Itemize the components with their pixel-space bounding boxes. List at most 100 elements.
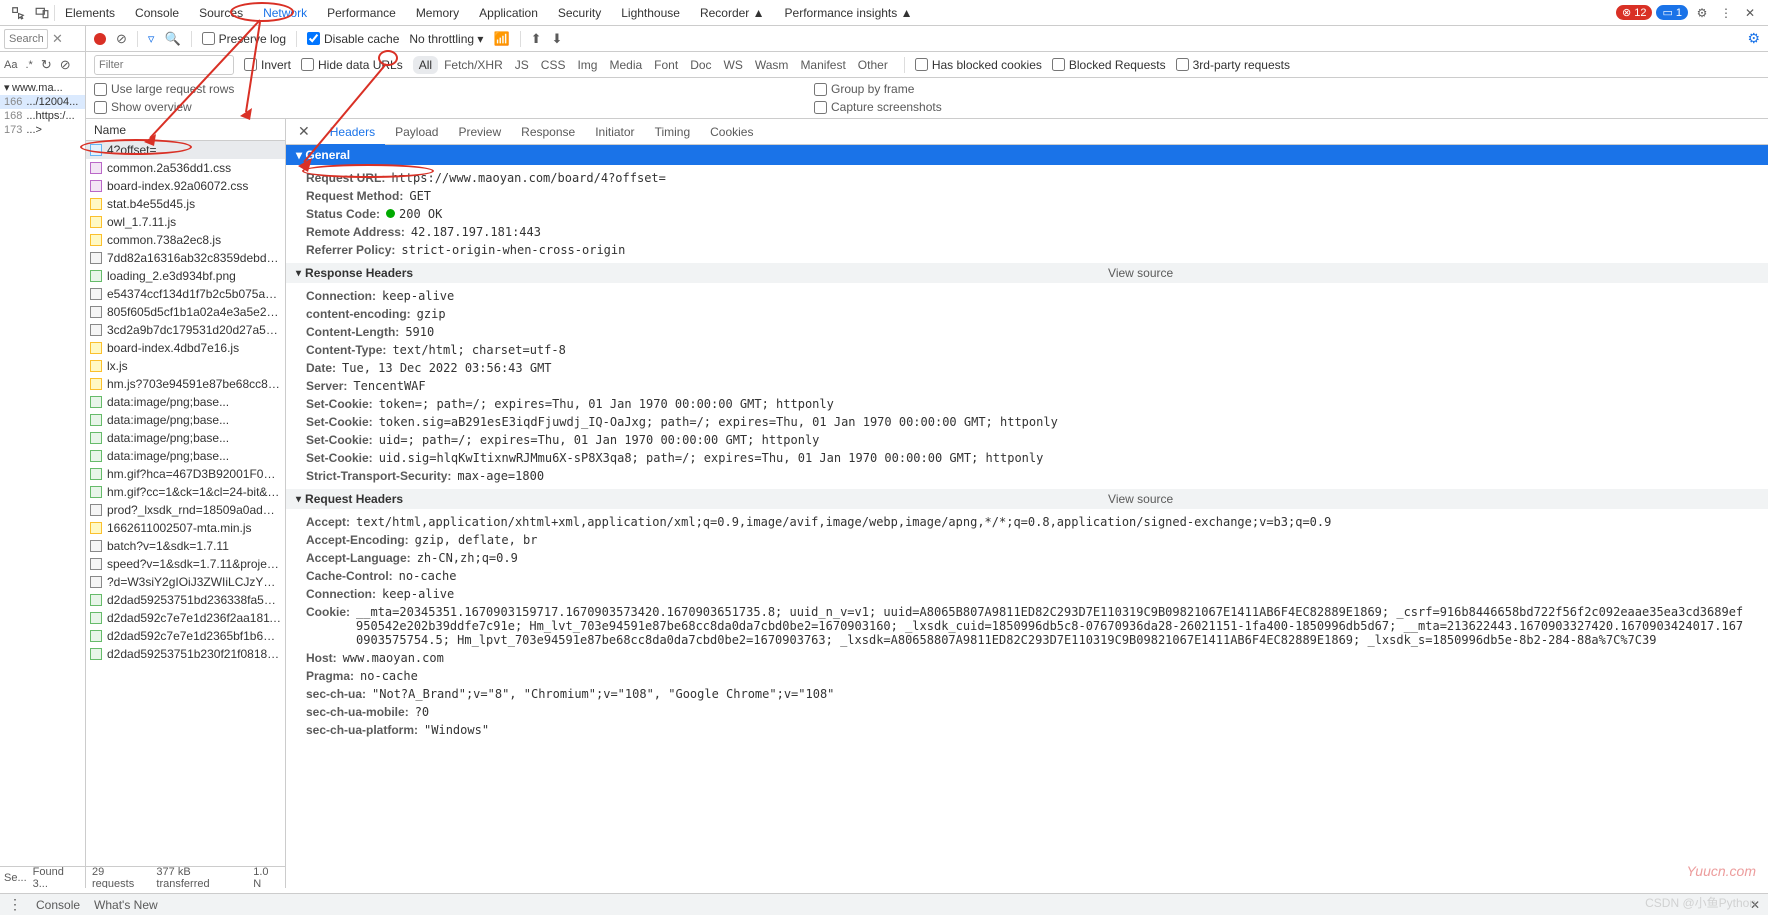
error-badge[interactable]: ⊗ 12	[1616, 5, 1652, 20]
search-toggle-icon[interactable]: 🔍	[164, 31, 180, 47]
section-general[interactable]: ▾ General	[286, 145, 1768, 165]
request-row[interactable]: data:image/png;base...	[86, 447, 285, 465]
network-conditions-icon[interactable]: 📶	[493, 31, 509, 47]
request-row[interactable]: board-index.92a06072.css	[86, 177, 285, 195]
request-row[interactable]: stat.b4e55d45.js	[86, 195, 285, 213]
filter-type-media[interactable]: Media	[603, 56, 648, 74]
blocked-cookies-checkbox[interactable]: Has blocked cookies	[915, 58, 1042, 72]
tab-console[interactable]: Console	[125, 1, 189, 25]
section-request-headers[interactable]: ▾Request HeadersView source	[286, 489, 1768, 509]
request-row[interactable]: speed?v=1&sdk=1.7.11&project=co...	[86, 555, 285, 573]
hide-data-urls-checkbox[interactable]: Hide data URLs	[301, 58, 403, 72]
request-row[interactable]: lx.js	[86, 357, 285, 375]
request-row[interactable]: common.2a536dd1.css	[86, 159, 285, 177]
record-button[interactable]	[94, 33, 106, 45]
close-devtools-icon[interactable]: ✕	[1738, 1, 1762, 25]
screenshots-checkbox[interactable]: Capture screenshots	[814, 100, 942, 114]
request-row[interactable]: d2dad59253751bd236338fa5bd5a27...	[86, 591, 285, 609]
inspect-element-icon[interactable]	[6, 1, 30, 25]
preserve-log-checkbox[interactable]: Preserve log	[202, 32, 286, 46]
request-row[interactable]: 805f605d5cf1b1a02a4e3a5e29df003...	[86, 303, 285, 321]
filter-type-font[interactable]: Font	[648, 56, 684, 74]
clear-icon[interactable]: ⊘	[116, 31, 127, 47]
filter-toggle-icon[interactable]: ▿	[148, 31, 155, 47]
request-row[interactable]: d2dad59253751b230f21f0818a5bfd4...	[86, 645, 285, 663]
request-row[interactable]: d2dad592c7e7e1d236f2aa1811a8a64...	[86, 609, 285, 627]
filter-type-wasm[interactable]: Wasm	[749, 56, 795, 74]
drawer-console-tab[interactable]: Console	[36, 898, 80, 912]
detail-tab-cookies[interactable]: Cookies	[700, 120, 763, 144]
tab-lighthouse[interactable]: Lighthouse	[611, 1, 690, 25]
issues-badge[interactable]: ▭ 1	[1656, 5, 1688, 20]
tab-memory[interactable]: Memory	[406, 1, 469, 25]
filter-type-css[interactable]: CSS	[535, 56, 572, 74]
request-row[interactable]: d2dad592c7e7e1d2365bf1b63cd259...	[86, 627, 285, 645]
detail-tab-payload[interactable]: Payload	[385, 120, 448, 144]
filter-type-fetchxhr[interactable]: Fetch/XHR	[438, 56, 509, 74]
detail-tab-timing[interactable]: Timing	[645, 120, 701, 144]
tab-performance-insights[interactable]: Performance insights ▲	[775, 1, 923, 25]
request-row[interactable]: hm.js?703e94591e87be68cc8da0da7...	[86, 375, 285, 393]
request-row[interactable]: data:image/png;base...	[86, 393, 285, 411]
view-source-response[interactable]: View source	[1108, 266, 1173, 280]
filter-input[interactable]	[94, 55, 234, 75]
request-row[interactable]: data:image/png;base...	[86, 429, 285, 447]
blocked-requests-checkbox[interactable]: Blocked Requests	[1052, 58, 1166, 72]
filter-type-all[interactable]: All	[413, 56, 438, 74]
tab-security[interactable]: Security	[548, 1, 611, 25]
request-list-header[interactable]: Name	[86, 119, 285, 141]
request-row[interactable]: batch?v=1&sdk=1.7.11	[86, 537, 285, 555]
import-har-icon[interactable]: ⬆	[531, 31, 542, 47]
filter-type-other[interactable]: Other	[852, 56, 894, 74]
drawer-whatsnew-tab[interactable]: What's New	[94, 898, 158, 912]
view-source-request[interactable]: View source	[1108, 492, 1173, 506]
request-row[interactable]: hm.gif?hca=467D3B92001F075E&cc...	[86, 465, 285, 483]
tab-elements[interactable]: Elements	[55, 1, 125, 25]
request-row[interactable]: 4?offset=	[86, 141, 285, 159]
request-row[interactable]: board-index.4dbd7e16.js	[86, 339, 285, 357]
settings-icon[interactable]: ⚙	[1690, 1, 1714, 25]
third-party-checkbox[interactable]: 3rd-party requests	[1176, 58, 1290, 72]
close-detail-icon[interactable]: ✕	[290, 123, 318, 140]
request-row[interactable]: loading_2.e3d934bf.png	[86, 267, 285, 285]
device-toggle-icon[interactable]	[30, 1, 54, 25]
request-row[interactable]: prod?_lxsdk_rnd=18509a0ad940	[86, 501, 285, 519]
detail-tab-headers[interactable]: Headers	[320, 120, 385, 146]
filter-type-doc[interactable]: Doc	[684, 56, 717, 74]
large-rows-checkbox[interactable]: Use large request rows	[94, 82, 798, 96]
invert-checkbox[interactable]: Invert	[244, 58, 291, 72]
regex-toggle[interactable]: .*	[25, 59, 32, 71]
tab-sources[interactable]: Sources	[189, 1, 253, 25]
search-result-row[interactable]: 168...https:/...	[0, 109, 85, 123]
network-settings-icon[interactable]: ⚙	[1747, 30, 1760, 47]
tab-performance[interactable]: Performance	[317, 1, 406, 25]
export-har-icon[interactable]: ⬇	[552, 31, 563, 47]
detail-tab-initiator[interactable]: Initiator	[585, 120, 644, 144]
refresh-icon[interactable]: ↻	[41, 57, 52, 73]
drawer-menu-icon[interactable]: ⋮	[8, 896, 22, 913]
section-response-headers[interactable]: ▾Response HeadersView source	[286, 263, 1768, 283]
clear-search-icon[interactable]: ✕	[52, 31, 63, 47]
request-row[interactable]: 1662611002507-mta.min.js	[86, 519, 285, 537]
cancel-icon[interactable]: ⊘	[60, 57, 71, 73]
request-row[interactable]: 7dd82a16316ab32c8359debdb04396...	[86, 249, 285, 267]
search-result-row[interactable]: 166.../12004...	[0, 95, 85, 109]
request-row[interactable]: 3cd2a9b7dc179531d20d27a5fd686e...	[86, 321, 285, 339]
search-result-row[interactable]: 173...>	[0, 123, 85, 137]
filter-type-manifest[interactable]: Manifest	[794, 56, 851, 74]
request-row[interactable]: data:image/png;base...	[86, 411, 285, 429]
tab-application[interactable]: Application	[469, 1, 548, 25]
search-input[interactable]	[4, 29, 48, 49]
match-case-toggle[interactable]: Aa	[4, 59, 17, 71]
throttling-select[interactable]: No throttling ▾	[409, 32, 483, 46]
detail-tab-preview[interactable]: Preview	[448, 120, 511, 144]
request-row[interactable]: e54374ccf134d1f7b2c5b075a74fca52...	[86, 285, 285, 303]
request-row[interactable]: hm.gif?cc=1&ck=1&cl=24-bit&ds=1...	[86, 483, 285, 501]
group-by-frame-checkbox[interactable]: Group by frame	[814, 82, 942, 96]
filter-type-ws[interactable]: WS	[718, 56, 749, 74]
more-icon[interactable]: ⋮	[1714, 1, 1738, 25]
filter-type-js[interactable]: JS	[509, 56, 535, 74]
request-row[interactable]: common.738a2ec8.js	[86, 231, 285, 249]
request-row[interactable]: owl_1.7.11.js	[86, 213, 285, 231]
tree-file[interactable]: ▾www.ma...	[0, 80, 85, 95]
